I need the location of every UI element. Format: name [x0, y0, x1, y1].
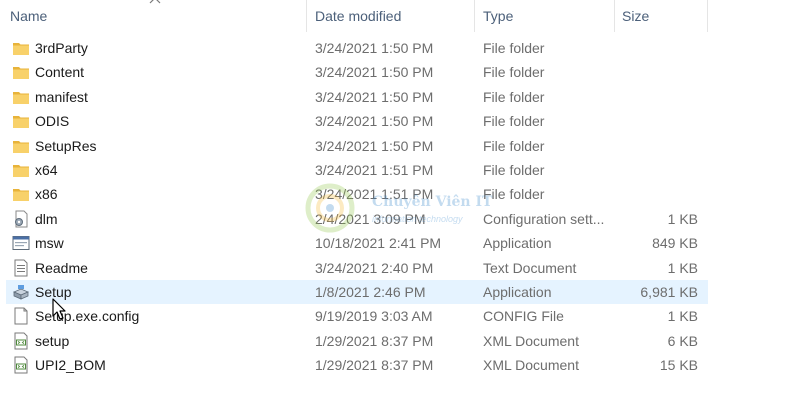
file-type: File folder	[483, 161, 545, 178]
column-header-name[interactable]: Name	[0, 0, 306, 32]
column-header-bar: Name Date modified Type Size	[0, 0, 800, 32]
column-header-type[interactable]: Type	[474, 0, 614, 32]
file-date-modified: 3/24/2021 1:51 PM	[315, 161, 434, 178]
file-size: 1 KB	[667, 308, 698, 325]
file-date-modified: 1/29/2021 8:37 PM	[315, 357, 434, 374]
column-header-size[interactable]: Size	[614, 0, 708, 32]
file-name: x86	[35, 186, 58, 203]
file-date-modified: 3/24/2021 1:50 PM	[315, 137, 434, 154]
file-row-dlm[interactable]: dlm 2/4/2021 3:09 PM Configuration sett...…	[6, 207, 708, 231]
column-header-date-modified[interactable]: Date modified	[306, 0, 474, 32]
folder-icon	[12, 112, 30, 130]
file-type: Application	[483, 235, 552, 252]
column-divider[interactable]	[707, 0, 708, 32]
file-explorer: Name Date modified Type Size 3rdParty 3/2…	[0, 0, 800, 413]
file-type: XML Document	[483, 332, 579, 349]
file-date-modified: 1/29/2021 8:37 PM	[315, 332, 434, 349]
file-size: 15 KB	[659, 357, 698, 374]
file-name: dlm	[35, 210, 58, 227]
file-date-modified: 9/19/2019 3:03 AM	[315, 308, 433, 325]
folder-icon	[12, 185, 30, 203]
file-name: x64	[35, 161, 58, 178]
folder-icon	[12, 161, 30, 179]
file-type: File folder	[483, 88, 545, 105]
file-row-odis[interactable]: ODIS 3/24/2021 1:50 PM File folder	[6, 109, 708, 133]
file-type: Application	[483, 283, 552, 300]
file-size: 1 KB	[667, 210, 698, 227]
file-name: msw	[35, 235, 64, 252]
file-name: setup	[35, 332, 70, 349]
mouse-cursor-icon	[52, 298, 66, 320]
text-document-icon	[12, 259, 30, 277]
file-name: SetupRes	[35, 137, 97, 154]
file-row-x86[interactable]: x86 3/24/2021 1:51 PM File folder	[6, 182, 708, 206]
file-date-modified: 3/24/2021 1:50 PM	[315, 40, 434, 56]
file-type: Configuration sett...	[483, 210, 605, 227]
file-size: 6 KB	[667, 332, 698, 349]
file-type: File folder	[483, 40, 545, 56]
file-row-setup[interactable]: Setup 1/8/2021 2:46 PM Application 6,981 KB	[6, 279, 708, 305]
file-name: Setup	[35, 283, 72, 300]
file-row-3rdparty[interactable]: 3rdParty 3/24/2021 1:50 PM File folder	[6, 36, 708, 60]
file-row-setup-exe-config[interactable]: Setup.exe.config 9/19/2019 3:03 AM CONFIG …	[6, 304, 708, 328]
file-type: File folder	[483, 64, 545, 81]
installer-icon	[12, 283, 30, 301]
xml-document-icon	[12, 356, 30, 374]
file-date-modified: 3/24/2021 1:51 PM	[315, 186, 434, 203]
file-type: File folder	[483, 186, 545, 203]
file-row-setup[interactable]: setup 1/29/2021 8:37 PM XML Document 6 KB	[6, 329, 708, 353]
file-list: 3rdParty 3/24/2021 1:50 PM File folder Cont…	[0, 36, 800, 377]
file-name: Content	[35, 64, 85, 81]
folder-icon	[12, 137, 30, 155]
file-date-modified: 2/4/2021 3:09 PM	[315, 210, 426, 227]
file-name: 3rdParty	[35, 40, 88, 56]
file-name: manifest	[35, 88, 88, 105]
blank-file-icon	[12, 307, 30, 325]
folder-icon	[12, 39, 30, 57]
file-row-manifest[interactable]: manifest 3/24/2021 1:50 PM File folder	[6, 85, 708, 109]
folder-icon	[12, 63, 30, 81]
file-date-modified: 3/24/2021 1:50 PM	[315, 64, 434, 81]
file-type: CONFIG File	[483, 308, 564, 325]
file-name: UPI2_BOM	[35, 357, 106, 374]
file-date-modified: 3/24/2021 1:50 PM	[315, 113, 434, 130]
file-name: Setup.exe.config	[35, 308, 140, 325]
file-date-modified: 1/8/2021 2:46 PM	[315, 283, 426, 300]
file-row-msw[interactable]: msw 10/18/2021 2:41 PM Application 849 KB	[6, 231, 708, 255]
config-file-icon	[12, 210, 30, 228]
file-date-modified: 3/24/2021 2:40 PM	[315, 259, 434, 276]
file-row-upi2-bom[interactable]: UPI2_BOM 1/29/2021 8:37 PM XML Document 15 …	[6, 353, 708, 377]
file-size: 1 KB	[667, 259, 698, 276]
file-row-setupres[interactable]: SetupRes 3/24/2021 1:50 PM File folder	[6, 134, 708, 158]
file-date-modified: 3/24/2021 1:50 PM	[315, 88, 434, 105]
file-type: File folder	[483, 113, 545, 130]
file-type: Text Document	[483, 259, 577, 276]
file-size: 849 KB	[652, 235, 698, 252]
application-icon	[12, 234, 30, 252]
file-type: XML Document	[483, 357, 579, 374]
file-row-content[interactable]: Content 3/24/2021 1:50 PM File folder	[6, 60, 708, 84]
file-type: File folder	[483, 137, 545, 154]
file-name: ODIS	[35, 113, 70, 130]
file-row-x64[interactable]: x64 3/24/2021 1:51 PM File folder	[6, 158, 708, 182]
file-size: 6,981 KB	[640, 283, 698, 300]
xml-document-icon	[12, 332, 30, 350]
folder-icon	[12, 88, 30, 106]
file-name: Readme	[35, 259, 88, 276]
file-date-modified: 10/18/2021 2:41 PM	[315, 235, 442, 252]
file-row-readme[interactable]: Readme 3/24/2021 2:40 PM Text Document 1 KB	[6, 256, 708, 280]
